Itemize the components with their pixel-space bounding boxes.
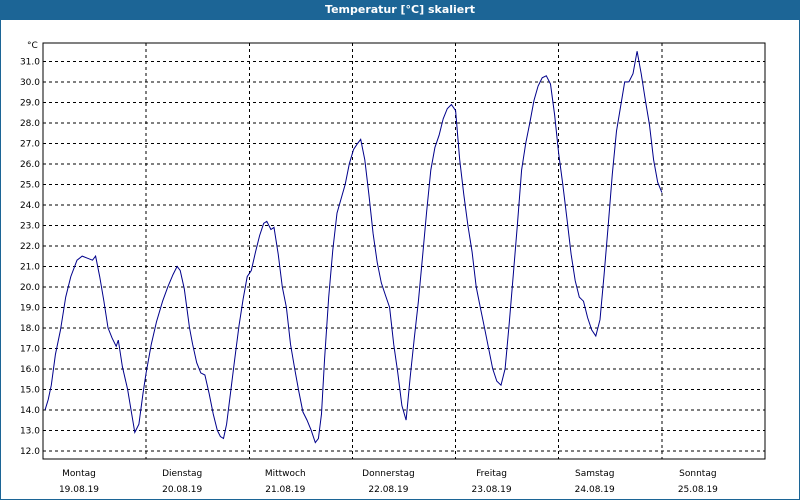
x-tick-date: 25.08.19	[678, 485, 718, 495]
y-tick-label: 12.0	[20, 447, 40, 457]
chart-title: Temperatur [°C] skaliert	[325, 3, 475, 16]
y-tick-label: 26.0	[20, 160, 40, 170]
y-tick-label: 30.0	[20, 78, 40, 88]
x-tick-date: 23.08.19	[472, 485, 512, 495]
y-tick-label: 29.0	[20, 98, 40, 108]
y-tick-label: 13.0	[20, 426, 40, 436]
x-tick-weekday: Sonntag	[679, 469, 716, 479]
x-tick-date: 20.08.19	[162, 485, 202, 495]
y-tick-label: 28.0	[20, 119, 40, 129]
x-tick-date: 19.08.19	[59, 485, 99, 495]
temperature-series-line	[44, 51, 663, 444]
y-tick-label: 23.0	[20, 221, 40, 231]
y-tick-label: 18.0	[20, 324, 40, 334]
y-tick-label: 15.0	[20, 385, 40, 395]
chart-title-bar: Temperatur [°C] skaliert	[0, 0, 800, 20]
y-tick-label: 17.0	[20, 344, 40, 354]
y-tick-label: 25.0	[20, 180, 40, 190]
y-tick-label: 22.0	[20, 242, 40, 252]
y-tick-label: 31.0	[20, 57, 40, 67]
y-tick-label: 14.0	[20, 406, 40, 416]
chart-panel: 12.0 13.0 14.0 15.0 16.0 17.0 18.0 19.0 20.0 21.0…	[0, 20, 800, 500]
x-tick-date: 21.08.19	[265, 485, 305, 495]
y-tick-label: 21.0	[20, 262, 40, 272]
x-tick-weekday: Montag	[62, 469, 96, 479]
temperature-line-chart: 12.0 13.0 14.0 15.0 16.0 17.0 18.0 19.0 20.0 21.0…	[20, 41, 766, 495]
x-tick-weekday: Samstag	[575, 469, 614, 479]
y-tick-label: 24.0	[20, 201, 40, 211]
y-axis-unit-label: °C	[27, 41, 38, 51]
y-tick-label: 16.0	[20, 365, 40, 375]
x-tick-weekday: Freitag	[476, 469, 507, 479]
plot-frame	[42, 42, 766, 460]
x-tick-date: 22.08.19	[368, 485, 408, 495]
x-tick-weekday: Mittwoch	[265, 469, 306, 479]
y-tick-label: 20.0	[20, 283, 40, 293]
y-tick-label: 27.0	[20, 139, 40, 149]
y-tick-label: 19.0	[20, 303, 40, 313]
x-tick-date: 24.08.19	[575, 485, 615, 495]
x-tick-weekday: Donnerstag	[362, 469, 415, 479]
x-tick-weekday: Dienstag	[162, 469, 202, 479]
